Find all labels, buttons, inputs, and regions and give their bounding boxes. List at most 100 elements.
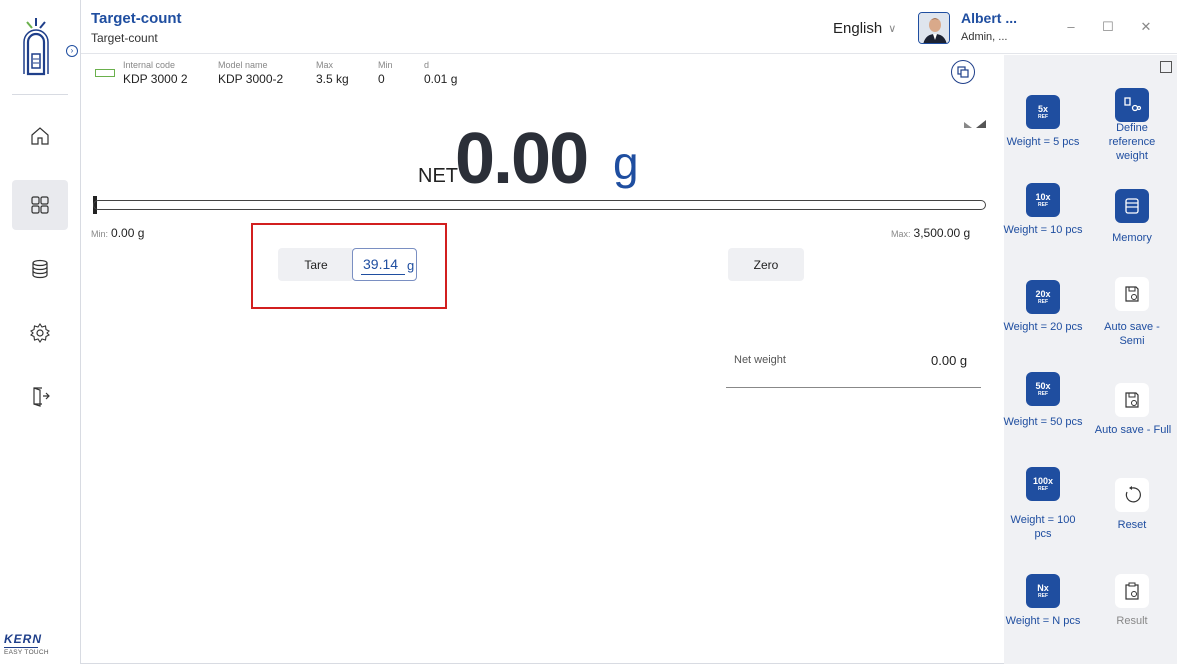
model-name-label: Model name	[218, 60, 268, 70]
settings-icon	[30, 323, 50, 343]
d-value: 0.01 g	[424, 72, 458, 86]
app-subtitle: Target-count	[91, 31, 158, 45]
memory-button[interactable]	[1115, 189, 1149, 223]
ref-20-small: REF	[1038, 298, 1048, 305]
title-bar: Target-count Target-count English ∨ Albe…	[81, 0, 1177, 54]
ref-50-button[interactable]: 50x REF	[1026, 372, 1060, 406]
scale-info-bar: Internal code KDP 3000 2 Model name KDP …	[81, 55, 1001, 95]
language-select[interactable]: English ∨	[833, 20, 896, 37]
min-capacity: Min 0	[378, 60, 393, 86]
ref-10-label: Weight = 10 pcs	[1003, 224, 1083, 236]
define-reference-icon	[1124, 97, 1142, 112]
bargraph-min: Min: 0.00 g	[91, 226, 144, 240]
result-button[interactable]	[1115, 574, 1149, 608]
nav-apps[interactable]	[12, 180, 68, 230]
internal-code-value: KDP 3000 2	[123, 72, 188, 86]
ref-5-small: REF	[1038, 113, 1048, 120]
memory-label: Memory	[1112, 232, 1152, 244]
max-label: Max	[316, 60, 334, 70]
user-photo-icon	[919, 13, 949, 43]
capacity-bargraph	[93, 200, 986, 210]
sidebar-divider	[12, 94, 68, 95]
user-name[interactable]: Albert ...	[961, 10, 1017, 26]
zero-button-label: Zero	[753, 257, 779, 272]
scale-touch-logo-icon	[23, 18, 49, 76]
d-label: d	[424, 60, 430, 70]
ref-20-big: 20x	[1035, 288, 1051, 299]
internal-code-label: Internal code	[123, 60, 176, 70]
ref-100-label: Weight = 100 pcs	[1010, 514, 1076, 540]
define-reference-button[interactable]	[1115, 88, 1149, 122]
save-icon	[1125, 286, 1139, 302]
zero-button[interactable]: Zero	[728, 248, 804, 281]
ref-100-small: REF	[1038, 485, 1048, 492]
scale-switch-icon[interactable]	[951, 60, 975, 84]
auto-save-semi-label: Auto save - Semi	[1104, 321, 1160, 347]
ref-10-button[interactable]: 10x REF	[1026, 183, 1060, 217]
bargraph-min-value: 0.00 g	[111, 226, 145, 240]
internal-code: Internal code KDP 3000 2	[123, 60, 188, 86]
chevron-down-icon: ∨	[888, 23, 897, 35]
minimize-icon[interactable]: –	[1064, 20, 1078, 34]
nav-home[interactable]	[12, 111, 68, 161]
net-weight-value: 0.00 g	[931, 353, 968, 368]
bargraph-max-value: 3,500.00 g	[913, 226, 971, 240]
tare-input[interactable]: 39.14 g	[352, 248, 417, 281]
net-weight-label: Net weight	[734, 354, 786, 366]
bargraph-max-key: Max:	[891, 229, 911, 239]
clipboard-check-icon	[1125, 582, 1139, 600]
ref-20-button[interactable]: 20x REF	[1026, 280, 1060, 314]
apps-icon	[31, 196, 49, 214]
reset-label: Reset	[1117, 519, 1147, 531]
database-icon	[32, 259, 48, 279]
close-icon[interactable]: ✕	[1139, 20, 1153, 34]
ref-n-label: Weight = N pcs	[1005, 615, 1081, 627]
ref-5-big: 5x	[1037, 103, 1048, 114]
home-icon	[31, 127, 49, 145]
net-weight-divider	[726, 387, 981, 388]
ref-50-big: 50x	[1035, 380, 1051, 391]
result-label: Result	[1116, 615, 1148, 627]
nav-settings[interactable]	[12, 308, 68, 358]
ref-10-small: REF	[1038, 201, 1048, 208]
net-label: NET	[418, 165, 458, 187]
weight-display: 0.00	[455, 119, 589, 199]
language-value: English	[833, 20, 883, 37]
tare-value: 39.14	[363, 256, 399, 272]
sidebar-expand-button[interactable]: ›	[66, 45, 78, 57]
stability-icon	[964, 120, 986, 128]
kern-logo-underline	[4, 647, 38, 648]
ref-5-button[interactable]: 5x REF	[1026, 95, 1060, 129]
auto-save-semi-button[interactable]	[1115, 277, 1149, 311]
ref-n-small: REF	[1038, 592, 1048, 599]
logout-icon	[33, 387, 50, 407]
app-title: Target-count	[91, 10, 182, 27]
max-value: 3.5 kg	[316, 72, 349, 86]
reset-button[interactable]	[1115, 478, 1149, 512]
ref-n-button[interactable]: Nx REF	[1026, 574, 1060, 608]
scale-connector-icon	[95, 69, 115, 77]
auto-save-full-button[interactable]	[1115, 383, 1149, 417]
ref-50-label: Weight = 50 pcs	[1003, 416, 1083, 428]
expand-panel-icon[interactable]	[1160, 61, 1172, 73]
reset-icon	[1125, 486, 1141, 503]
ref-20-label: Weight = 20 pcs	[1003, 321, 1083, 333]
sidebar: › KERN EASY TOUCH	[0, 0, 80, 664]
tare-button-label: Tare	[304, 257, 328, 272]
bargraph-min-key: Min:	[91, 229, 109, 239]
max-capacity: Max 3.5 kg	[316, 60, 349, 86]
kern-logo-text: KERN	[4, 632, 43, 646]
define-reference-label: Define reference weight	[1108, 122, 1156, 162]
tare-button[interactable]: Tare	[278, 248, 354, 281]
min-value: 0	[378, 72, 385, 86]
main-area: Target-count Target-count English ∨ Albe…	[80, 0, 1177, 664]
avatar[interactable]	[918, 12, 950, 44]
readability: d 0.01 g	[424, 60, 457, 86]
ref-100-big: 100x	[1032, 475, 1054, 486]
nav-logout[interactable]	[12, 371, 68, 421]
maximize-icon[interactable]: ☐	[1101, 20, 1115, 34]
nav-database[interactable]	[12, 244, 68, 294]
ref-n-big: Nx	[1037, 582, 1049, 593]
ref-100-button[interactable]: 100x REF	[1026, 467, 1060, 501]
min-label: Min	[378, 60, 393, 70]
